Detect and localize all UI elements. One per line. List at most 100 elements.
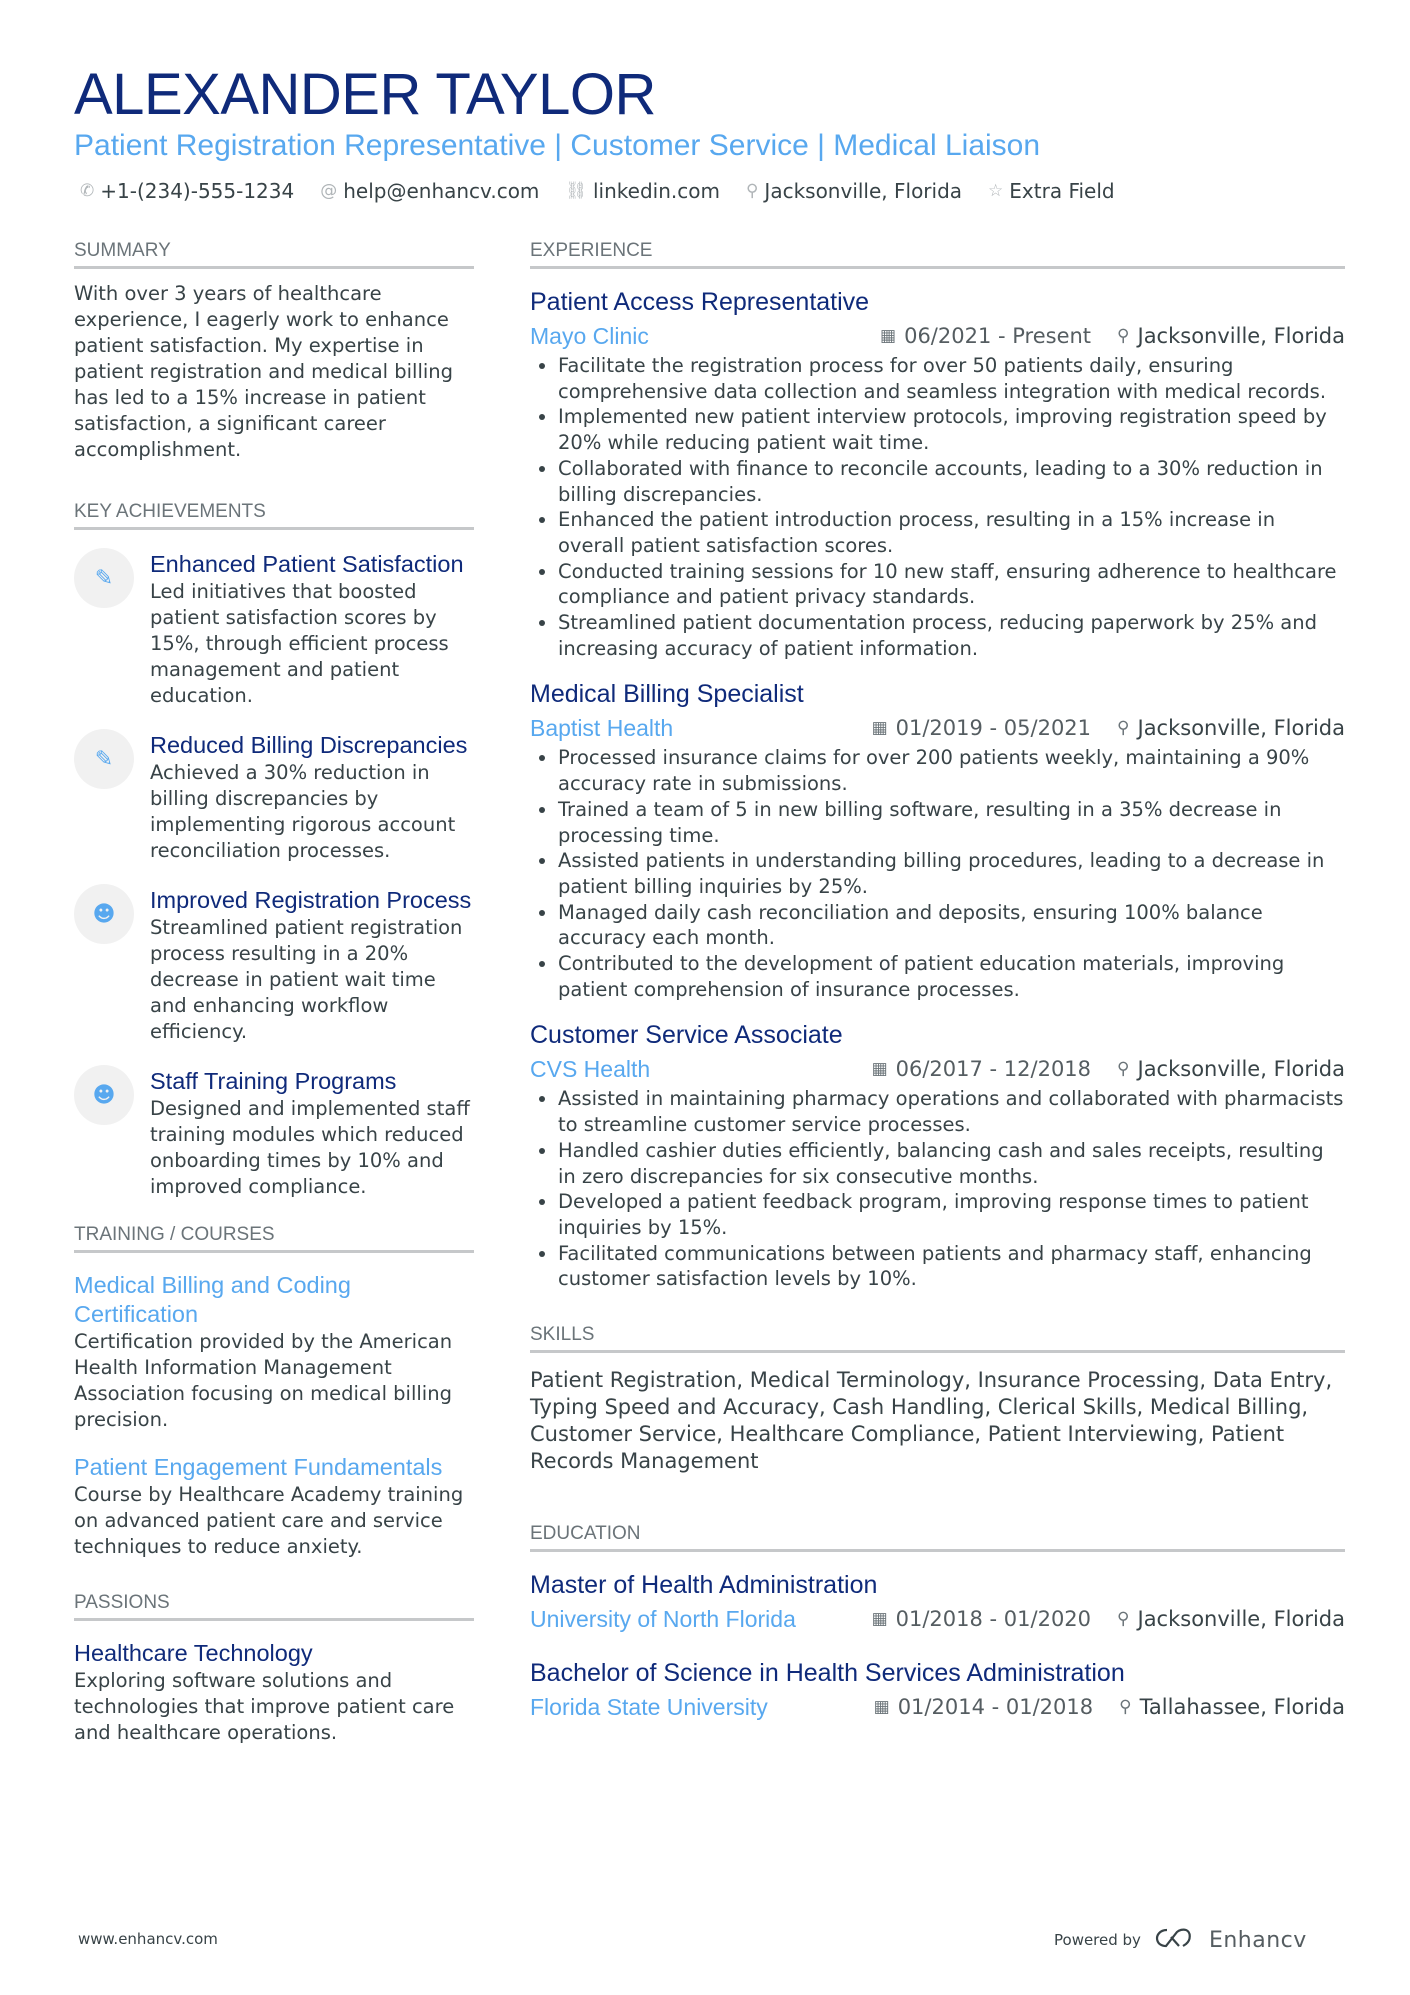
bullet-item: Enhanced the patient introduction proces… [558,507,1345,558]
achievement-body: Improved Registration Process Streamlined… [150,886,474,1045]
course-item: Medical Billing and Coding Certification… [74,1271,474,1433]
date-text: 06/2017 - 12/2018 [895,1057,1092,1082]
experience-section: EXPERIENCE Patient Access Representative… [530,238,1345,1292]
bullet-item: Processed insurance claims for over 200 … [558,745,1345,796]
achievement-desc: Designed and implemented staff training … [150,1097,470,1198]
headline: Patient Registration Representative | Cu… [74,129,1041,162]
education-list: Master of Health Administration Universit… [530,1568,1345,1724]
contact-item[interactable]: @ help@enhancv.com [320,177,539,205]
achievement-item: ☻ Staff Training Programs Designed and imp… [74,1065,474,1200]
achievement-desc: Led initiatives that boosted patient sat… [150,580,449,707]
course-title: Patient Engagement Fundamentals [74,1454,443,1480]
contact-item[interactable]: ⛓ linkedin.com [565,177,720,205]
achievement-item: ✎ Enhanced Patient Satisfaction Led initia… [74,548,474,709]
bullet-item: Contributed to the development of patien… [558,951,1345,1002]
location-pin-icon: ⚲ [1117,1059,1130,1080]
location-text: Jacksonville, Florida [1137,324,1346,348]
location-pin-icon: ⚲ [1117,326,1130,346]
section-title: PASSIONS [74,1590,474,1621]
bullet-list: Facilitate the registration process for … [530,353,1345,661]
achievement-item: ✎ Reduced Billing Discrepancies Achieved a… [74,729,474,864]
course-item: Patient Engagement Fundamentals Course by… [74,1453,474,1560]
magic-wand-icon: ✎ [74,548,134,608]
contact-text: Extra Field [1009,179,1115,203]
meta-row: Baptist Health ▦ 01/2019 - 05/2021 ⚲ Jackson… [530,711,1345,745]
education-entry: Bachelor of Science in Health Services A… [530,1656,1345,1724]
section-title: EXPERIENCE [530,238,1345,269]
bullet-item: Collaborated with finance to reconcile a… [558,456,1345,507]
degree-title: Bachelor of Science in Health Services A… [530,1659,1125,1688]
achievements-section: KEY ACHIEVEMENTS ✎ Enhanced Patient Satis… [74,499,474,1200]
section-title: TRAINING / COURSES [74,1222,474,1253]
date-text: 06/2021 - Present [904,324,1092,348]
right-column: EXPERIENCE Patient Access Representative… [530,238,1345,1744]
job-title: Medical Billing Specialist [530,680,804,709]
skills-section: SKILLS Patient Registration, Medical Ter… [530,1322,1345,1475]
location: ⚲ Jacksonville, Florida [1117,711,1345,745]
achievements-list: ✎ Enhanced Patient Satisfaction Led initia… [74,548,474,1200]
date-range: ▦ 06/2017 - 12/2018 [872,1052,1091,1086]
contact-text: help@enhancv.com [343,179,540,203]
location-pin-icon: ⚲ [1117,1609,1130,1630]
date-range: ▦ 01/2018 - 01/2020 [872,1602,1091,1636]
calendar-icon: ▦ [871,1059,888,1080]
date-range: ▦ 06/2021 - Present [880,319,1091,353]
skills-text: Patient Registration, Medical Terminolog… [530,1368,1333,1474]
education-entry: Master of Health Administration Universit… [530,1568,1345,1636]
candidate-name: ALEXANDER TAYLOR [74,62,656,127]
meta-row: CVS Health ▦ 06/2017 - 12/2018 ⚲ Jacksonvill… [530,1052,1345,1086]
bullet-list: Assisted in maintaining pharmacy operati… [530,1086,1345,1292]
section-title: SUMMARY [74,238,474,269]
job-title: Customer Service Associate [530,1021,843,1050]
location-pin-icon: ⚲ [1119,1697,1132,1718]
achievement-item: ☻ Improved Registration Process Streamline… [74,884,474,1045]
summary-section: SUMMARY With over 3 years of healthcare … [74,238,474,463]
contact-item[interactable]: ☆ Extra Field [988,177,1115,205]
passions-list: Healthcare Technology Exploring software … [74,1639,474,1746]
link-icon: ⛓ [565,181,587,201]
location: ⚲ Jacksonville, Florida [1117,1602,1345,1636]
course-title: Medical Billing and Coding Certification [74,1272,351,1327]
school-name: University of North Florida [530,1606,796,1633]
job-entry: Customer Service Associate CVS Health ▦ 06/… [530,1018,1345,1292]
achievement-title: Reduced Billing Discrepancies [150,732,468,758]
head-brain-icon: ☻ [74,1065,134,1125]
date-text: 01/2014 - 01/2018 [897,1695,1094,1720]
date-text: 01/2019 - 05/2021 [895,716,1092,741]
location-icon: ⚲ [745,181,759,201]
bullet-item: Developed a patient feedback program, im… [558,1189,1345,1240]
summary-text: With over 3 years of healthcare experien… [74,282,454,461]
bullet-list: Processed insurance claims for over 200 … [530,745,1345,1002]
bullet-item: Managed daily cash reconciliation and de… [558,900,1345,951]
phone-icon: ✆ [80,181,95,201]
company-name: Mayo Clinic [530,323,649,349]
bullet-item: Assisted patients in understanding billi… [558,848,1345,899]
contact-item[interactable]: ✆ +1-(234)-555-1234 [80,177,294,205]
footer-website-link[interactable]: www.enhancv.com [78,1930,218,1948]
course-desc: Course by Healthcare Academy training on… [74,1483,464,1558]
date-text: 01/2018 - 01/2020 [895,1607,1092,1632]
date-range: ▦ 01/2019 - 05/2021 [872,711,1091,745]
calendar-icon: ▦ [871,1609,888,1630]
email-icon: @ [320,181,338,201]
calendar-icon: ▦ [880,326,897,346]
location: ⚲ Jacksonville, Florida [1117,1052,1345,1086]
footer-branding: Powered by Enhancv [1054,1926,1307,1954]
job-entry: Patient Access Representative Mayo Clinic… [530,285,1345,661]
degree-title: Master of Health Administration [530,1571,878,1600]
training-section: TRAINING / COURSES Medical Billing and C… [74,1222,474,1560]
contact-text: linkedin.com [593,179,720,203]
passion-item: Healthcare Technology Exploring software … [74,1639,474,1746]
meta-row: Florida State University ▦ 01/2014 - 01/20… [530,1690,1345,1724]
passions-section: PASSIONS Healthcare Technology Exploring … [74,1590,474,1746]
school-name: Florida State University [530,1694,768,1721]
job-title: Patient Access Representative [530,288,870,316]
location-text: Jacksonville, Florida [1137,1607,1346,1632]
bullet-item: Streamlined patient documentation proces… [558,610,1345,661]
magic-wand-icon: ✎ [74,729,134,789]
contact-item[interactable]: ⚲ Jacksonville, Florida [746,177,962,205]
job-entry: Medical Billing Specialist Baptist Health… [530,677,1345,1002]
section-title: SKILLS [530,1322,1345,1354]
head-brain-icon: ☻ [74,884,134,944]
achievement-body: Enhanced Patient Satisfaction Led initiat… [150,550,474,709]
